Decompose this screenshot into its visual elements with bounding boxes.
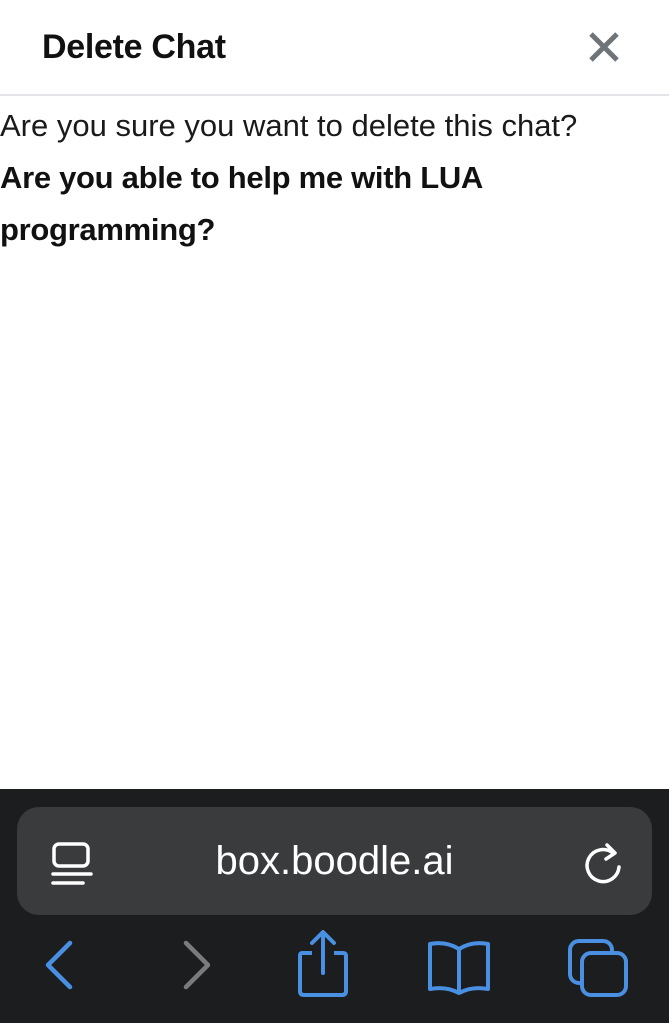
close-icon <box>589 32 619 62</box>
back-button[interactable] <box>40 929 80 999</box>
chevron-left-icon <box>45 940 73 990</box>
confirm-message: Are you sure you want to delete this cha… <box>0 108 578 143</box>
address-bar[interactable]: box.boodle.ai <box>17 807 652 915</box>
url-text[interactable]: box.boodle.ai <box>17 807 652 915</box>
modal-body: Are you sure you want to delete this cha… <box>0 102 669 256</box>
book-icon <box>428 941 490 995</box>
tabs-button[interactable] <box>566 929 630 999</box>
page: Delete Chat Are you sure you want to del… <box>0 0 669 1023</box>
share-icon <box>298 930 348 997</box>
browser-toolbar <box>0 929 669 999</box>
chat-title: Are you able to help me with LUA program… <box>0 160 482 247</box>
share-button[interactable] <box>296 929 350 999</box>
bookmarks-button[interactable] <box>426 929 492 999</box>
modal-title: Delete Chat <box>42 28 226 66</box>
chevron-right-icon <box>183 940 211 990</box>
modal-header: Delete Chat <box>0 0 669 96</box>
forward-button[interactable] <box>180 929 220 999</box>
browser-bar: box.boodle.ai <box>0 789 669 1023</box>
close-button[interactable] <box>584 27 624 67</box>
reload-icon[interactable] <box>583 841 625 885</box>
tabs-icon <box>568 939 628 997</box>
